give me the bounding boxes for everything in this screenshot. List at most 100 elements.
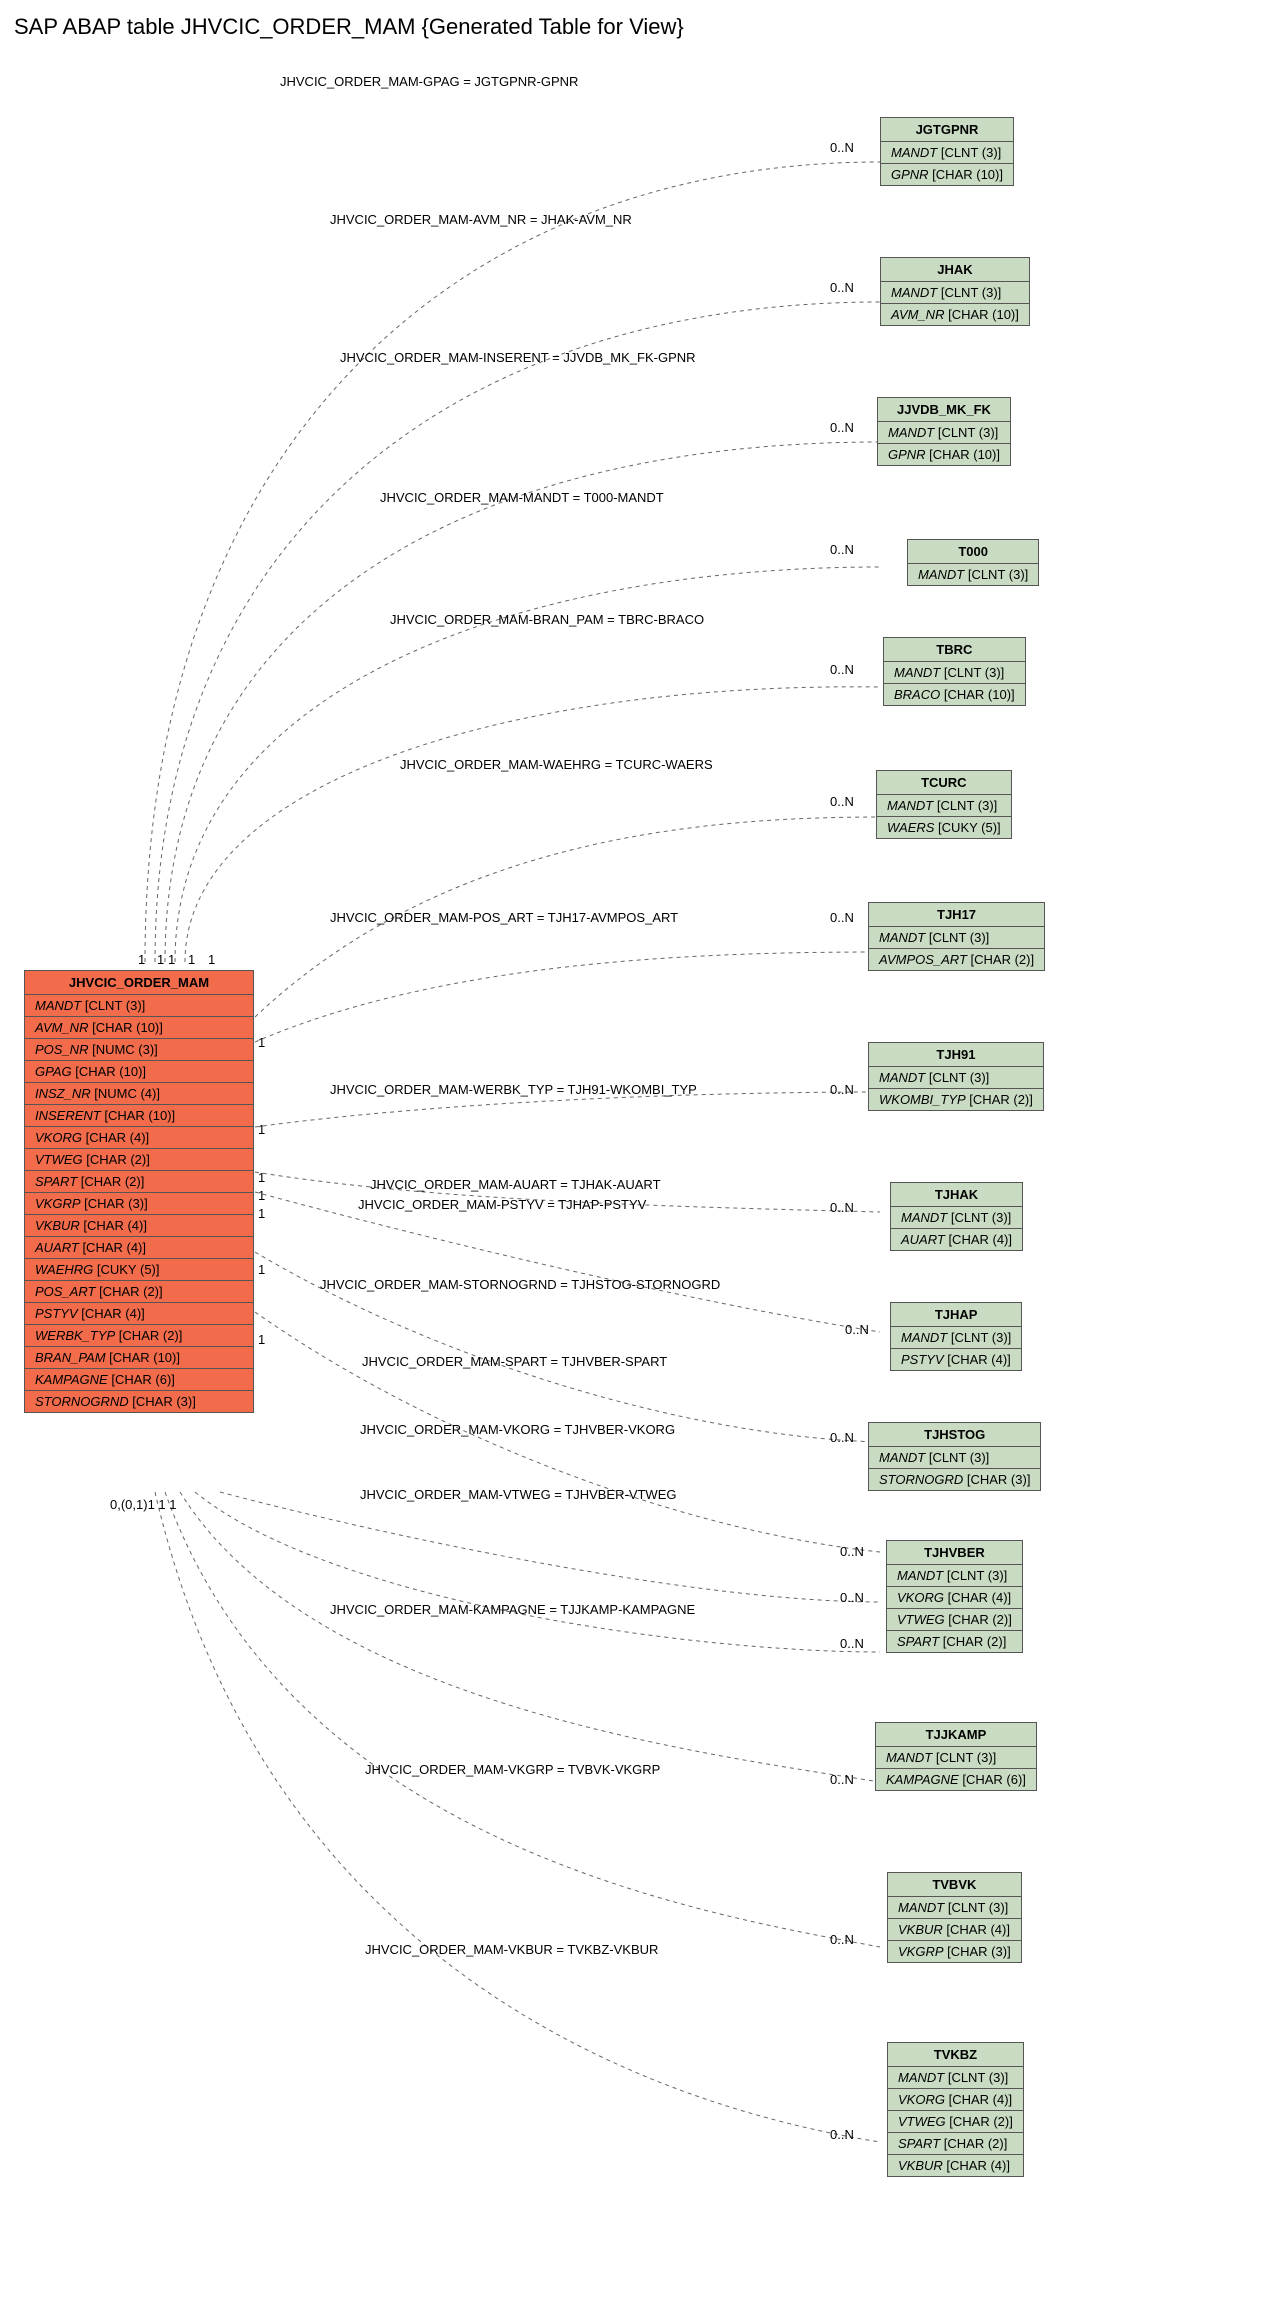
edge-label: JHVCIC_ORDER_MAM-MANDT = T000-MANDT bbox=[380, 490, 664, 505]
entity-field: MANDT [CLNT (3)] bbox=[876, 1747, 1036, 1769]
edge-label: JHVCIC_ORDER_MAM-WERBK_TYP = TJH91-WKOMB… bbox=[330, 1082, 697, 1097]
entity-field: SPART [CHAR (2)] bbox=[887, 1631, 1022, 1652]
entity-field: PSTYV [CHAR (4)] bbox=[25, 1303, 253, 1325]
entity-field: WERBK_TYP [CHAR (2)] bbox=[25, 1325, 253, 1347]
entity-header: JHAK bbox=[881, 258, 1029, 282]
card-mid: 1 bbox=[258, 1122, 265, 1137]
card-mid: 1 bbox=[258, 1170, 265, 1185]
entity-header: TBRC bbox=[884, 638, 1025, 662]
entity-tjhap: TJHAPMANDT [CLNT (3)]PSTYV [CHAR (4)] bbox=[890, 1302, 1022, 1371]
card-right: 0..N bbox=[830, 794, 854, 809]
entity-header: TJJKAMP bbox=[876, 1723, 1036, 1747]
entity-header: TJH17 bbox=[869, 903, 1044, 927]
card-left: 1 bbox=[157, 952, 164, 967]
entity-field: MANDT [CLNT (3)] bbox=[891, 1207, 1022, 1229]
entity-field: INSERENT [CHAR (10)] bbox=[25, 1105, 253, 1127]
entity-field: POS_NR [NUMC (3)] bbox=[25, 1039, 253, 1061]
entity-tvkbz: TVKBZMANDT [CLNT (3)]VKORG [CHAR (4)]VTW… bbox=[887, 2042, 1024, 2177]
entity-field: MANDT [CLNT (3)] bbox=[908, 564, 1038, 585]
entity-jhak: JHAKMANDT [CLNT (3)]AVM_NR [CHAR (10)] bbox=[880, 257, 1030, 326]
entity-field: VKBUR [CHAR (4)] bbox=[888, 1919, 1021, 1941]
entity-field: MANDT [CLNT (3)] bbox=[888, 2067, 1023, 2089]
card-right: 0..N bbox=[830, 910, 854, 925]
card-right: 0..N bbox=[830, 542, 854, 557]
entity-field: POS_ART [CHAR (2)] bbox=[25, 1281, 253, 1303]
card-mid: 1 bbox=[258, 1206, 265, 1221]
entity-field: VKGRP [CHAR (3)] bbox=[888, 1941, 1021, 1962]
entity-field: MANDT [CLNT (3)] bbox=[869, 1067, 1043, 1089]
edge-label: JHVCIC_ORDER_MAM-GPAG = JGTGPNR-GPNR bbox=[280, 74, 578, 89]
entity-field: VTWEG [CHAR (2)] bbox=[888, 2111, 1023, 2133]
card-right-tjhap: 0..N bbox=[845, 1322, 869, 1337]
entity-field: GPAG [CHAR (10)] bbox=[25, 1061, 253, 1083]
card-right: 0..N bbox=[830, 280, 854, 295]
entity-field: PSTYV [CHAR (4)] bbox=[891, 1349, 1021, 1370]
entity-field: STORNOGRD [CHAR (3)] bbox=[869, 1469, 1040, 1490]
edge-label: JHVCIC_ORDER_MAM-INSERENT = JJVDB_MK_FK-… bbox=[340, 350, 696, 365]
entity-field: MANDT [CLNT (3)] bbox=[877, 795, 1011, 817]
entity-tjh91: TJH91MANDT [CLNT (3)]WKOMBI_TYP [CHAR (2… bbox=[868, 1042, 1044, 1111]
edge-label: JHVCIC_ORDER_MAM-VKORG = TJHVBER-VKORG bbox=[360, 1422, 675, 1437]
entity-tjhvber: TJHVBERMANDT [CLNT (3)]VKORG [CHAR (4)]V… bbox=[886, 1540, 1023, 1653]
entity-field: MANDT [CLNT (3)] bbox=[891, 1327, 1021, 1349]
entity-field: AVM_NR [CHAR (10)] bbox=[881, 304, 1029, 325]
card-right: 0..N bbox=[830, 2127, 854, 2142]
card-mid: 1 bbox=[258, 1035, 265, 1050]
edge-label: JHVCIC_ORDER_MAM-VTWEG = TJHVBER-VTWEG bbox=[360, 1487, 676, 1502]
entity-field: MANDT [CLNT (3)] bbox=[869, 927, 1044, 949]
card-right: 0..N bbox=[830, 420, 854, 435]
entity-field: WAEHRG [CUKY (5)] bbox=[25, 1259, 253, 1281]
entity-field: MANDT [CLNT (3)] bbox=[869, 1447, 1040, 1469]
card-left: 1 bbox=[168, 952, 175, 967]
card-bottom-cluster: 0,(0,1)1 1 1 bbox=[110, 1497, 290, 1512]
entity-tcurc: TCURCMANDT [CLNT (3)]WAERS [CUKY (5)] bbox=[876, 770, 1012, 839]
entity-header: TJHVBER bbox=[887, 1541, 1022, 1565]
entity-header: TJHAP bbox=[891, 1303, 1021, 1327]
entity-jjvdb_mk_fk: JJVDB_MK_FKMANDT [CLNT (3)]GPNR [CHAR (1… bbox=[877, 397, 1011, 466]
card-right: 0..N bbox=[830, 1932, 854, 1947]
entity-field: VKORG [CHAR (4)] bbox=[887, 1587, 1022, 1609]
edge-label: JHVCIC_ORDER_MAM-AUART = TJHAK-AUART bbox=[370, 1177, 661, 1192]
card-right: 0..N bbox=[830, 1200, 854, 1215]
entity-field: AUART [CHAR (4)] bbox=[891, 1229, 1022, 1250]
entity-tbrc: TBRCMANDT [CLNT (3)]BRACO [CHAR (10)] bbox=[883, 637, 1026, 706]
card-right: 0..N bbox=[830, 1430, 854, 1445]
card-right: 0..N bbox=[840, 1636, 864, 1651]
entity-field: KAMPAGNE [CHAR (6)] bbox=[25, 1369, 253, 1391]
entity-field: VTWEG [CHAR (2)] bbox=[25, 1149, 253, 1171]
entity-field: MANDT [CLNT (3)] bbox=[25, 995, 253, 1017]
diagram-canvas: JHVCIC_ORDER_MAM MANDT [CLNT (3)] AVM_NR … bbox=[10, 42, 1277, 2312]
entity-field: WKOMBI_TYP [CHAR (2)] bbox=[869, 1089, 1043, 1110]
entity-field: INSZ_NR [NUMC (4)] bbox=[25, 1083, 253, 1105]
entity-field: MANDT [CLNT (3)] bbox=[878, 422, 1010, 444]
entity-field: MANDT [CLNT (3)] bbox=[887, 1565, 1022, 1587]
card-left: 1 bbox=[188, 952, 195, 967]
entity-header: TVBVK bbox=[888, 1873, 1021, 1897]
entity-tvbvk: TVBVKMANDT [CLNT (3)]VKBUR [CHAR (4)]VKG… bbox=[887, 1872, 1022, 1963]
entity-header: JHVCIC_ORDER_MAM bbox=[25, 971, 253, 995]
edge-label: JHVCIC_ORDER_MAM-VKGRP = TVBVK-VKGRP bbox=[365, 1762, 660, 1777]
entity-field: GPNR [CHAR (10)] bbox=[881, 164, 1013, 185]
entity-tjjkamp: TJJKAMPMANDT [CLNT (3)]KAMPAGNE [CHAR (6… bbox=[875, 1722, 1037, 1791]
edge-label: JHVCIC_ORDER_MAM-VKBUR = TVKBZ-VKBUR bbox=[365, 1942, 658, 1957]
entity-field: BRAN_PAM [CHAR (10)] bbox=[25, 1347, 253, 1369]
entity-field: AUART [CHAR (4)] bbox=[25, 1237, 253, 1259]
card-right: 0..N bbox=[830, 662, 854, 677]
entity-tjhak: TJHAKMANDT [CLNT (3)]AUART [CHAR (4)] bbox=[890, 1182, 1023, 1251]
edge-label: JHVCIC_ORDER_MAM-PSTYV = TJHAP-PSTYV bbox=[358, 1197, 646, 1212]
entity-header: JJVDB_MK_FK bbox=[878, 398, 1010, 422]
entity-field: AVMPOS_ART [CHAR (2)] bbox=[869, 949, 1044, 970]
entity-jhvcic-order-mam: JHVCIC_ORDER_MAM MANDT [CLNT (3)]AVM_NR … bbox=[24, 970, 254, 1413]
card-right: 0..N bbox=[830, 140, 854, 155]
entity-tjhstog: TJHSTOGMANDT [CLNT (3)]STORNOGRD [CHAR (… bbox=[868, 1422, 1041, 1491]
card-right: 0..N bbox=[830, 1772, 854, 1787]
entity-field: STORNOGRND [CHAR (3)] bbox=[25, 1391, 253, 1412]
entity-field: MANDT [CLNT (3)] bbox=[888, 1897, 1021, 1919]
entity-field: VKORG [CHAR (4)] bbox=[25, 1127, 253, 1149]
card-mid: 1 bbox=[258, 1262, 265, 1277]
entity-field: VTWEG [CHAR (2)] bbox=[887, 1609, 1022, 1631]
entity-field: SPART [CHAR (2)] bbox=[888, 2133, 1023, 2155]
edge-label: JHVCIC_ORDER_MAM-WAEHRG = TCURC-WAERS bbox=[400, 757, 713, 772]
entity-tjh17: TJH17MANDT [CLNT (3)]AVMPOS_ART [CHAR (2… bbox=[868, 902, 1045, 971]
card-right: 0..N bbox=[830, 1082, 854, 1097]
